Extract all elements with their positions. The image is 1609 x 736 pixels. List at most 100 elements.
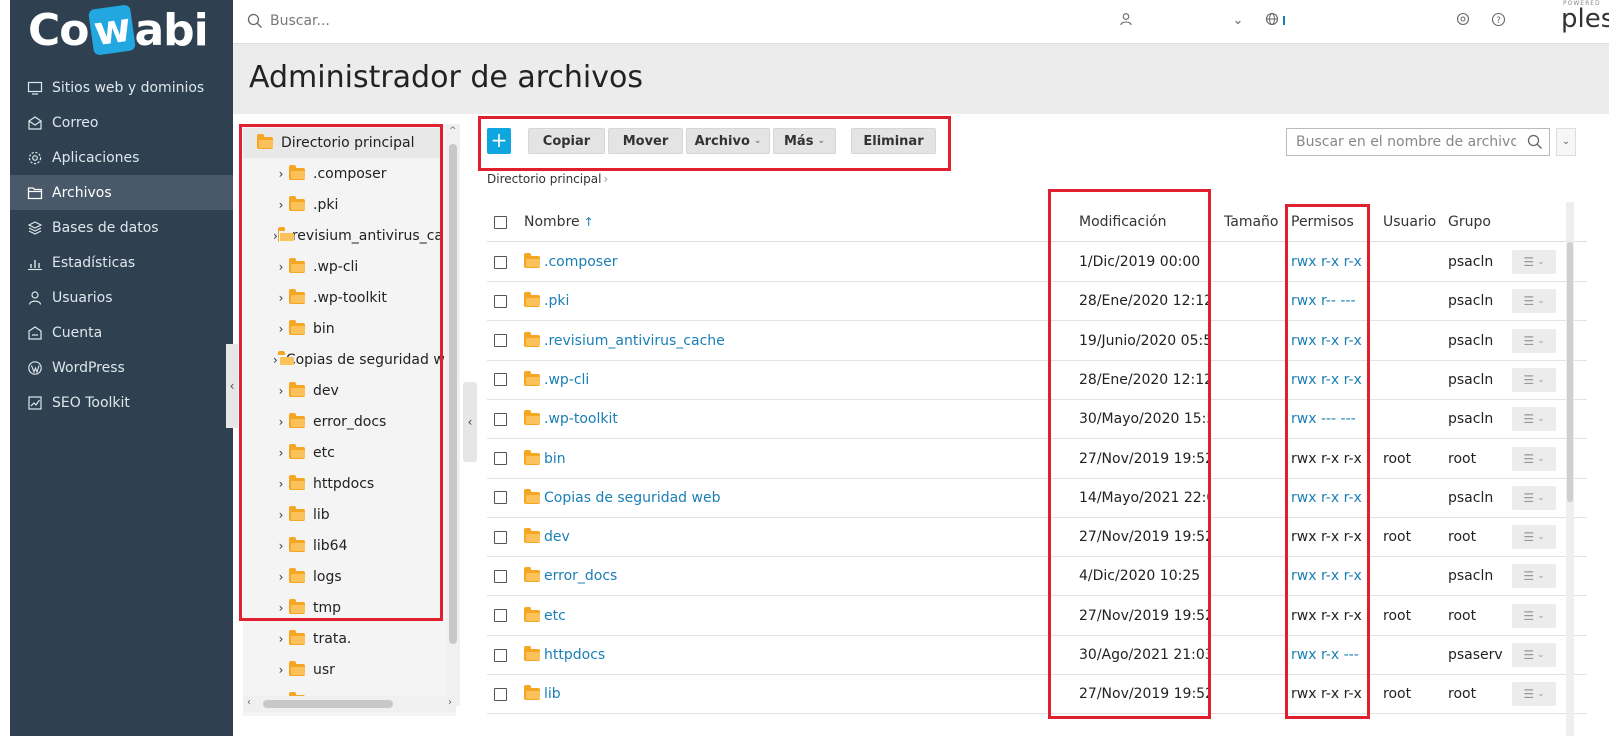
file-name-link[interactable]: httpdocs xyxy=(544,647,605,663)
row-menu-button[interactable]: ☰ ⌄ xyxy=(1512,328,1556,353)
column-user[interactable]: Usuario xyxy=(1383,202,1436,242)
name-cell[interactable]: error_docs xyxy=(524,556,1044,596)
file-name-link[interactable]: .wp-cli xyxy=(544,372,589,388)
tree-item[interactable]: › Copias de seguridad w xyxy=(243,345,445,375)
file-name-link[interactable]: .revisium_antivirus_cache xyxy=(544,333,725,349)
chevron-right-icon[interactable]: › xyxy=(273,353,278,367)
row-menu-button[interactable]: ☰ ⌄ xyxy=(1512,250,1556,274)
table-row[interactable]: Copias de seguridad web 14/Mayo/2021 22:0… xyxy=(487,478,1587,518)
table-row[interactable]: .wp-cli 28/Ene/2020 12:12 rwx r-x r-x psacl… xyxy=(487,360,1587,400)
permissions-value[interactable]: rwx r-x --- xyxy=(1291,647,1359,663)
name-cell[interactable]: lib xyxy=(524,674,1044,714)
row-checkbox[interactable] xyxy=(494,530,507,544)
row-menu-button[interactable]: ☰ ⌄ xyxy=(1512,485,1556,510)
extensions-icon[interactable] xyxy=(1454,12,1472,30)
tree-item[interactable]: › lib xyxy=(243,500,443,530)
tree-horizontal-scroll-thumb[interactable] xyxy=(263,700,393,708)
chevron-right-icon[interactable]: › xyxy=(273,601,289,615)
row-menu-button[interactable]: ☰ ⌄ xyxy=(1512,564,1556,589)
row-checkbox[interactable] xyxy=(494,609,507,623)
file-name-link[interactable]: .pki xyxy=(544,293,569,309)
tree-item[interactable]: › lib64 xyxy=(243,531,443,561)
tree-item[interactable]: › error_docs xyxy=(243,407,443,437)
file-name-link[interactable]: .composer xyxy=(544,254,617,270)
chevron-right-icon[interactable]: › xyxy=(273,198,289,212)
global-search[interactable]: Buscar... xyxy=(247,8,547,34)
sidebar-item-correo[interactable]: Correo xyxy=(10,105,233,140)
table-vertical-scroll-thumb[interactable] xyxy=(1567,242,1573,502)
name-cell[interactable]: httpdocs xyxy=(524,635,1044,675)
row-menu-button[interactable]: ☰ ⌄ xyxy=(1512,525,1556,550)
help-icon[interactable]: ? xyxy=(1489,12,1507,30)
row-checkbox[interactable] xyxy=(494,255,507,269)
table-row[interactable]: etc 27/Nov/2019 19:52 rwx r-x r-x root root ☰… xyxy=(487,596,1587,636)
tree-vertical-scroll-thumb[interactable] xyxy=(449,144,457,644)
row-menu-button[interactable]: ☰ ⌄ xyxy=(1512,446,1556,471)
row-checkbox[interactable] xyxy=(494,412,507,426)
row-menu-button[interactable]: ☰ ⌄ xyxy=(1512,367,1556,392)
tree-horizontal-scrollbar[interactable]: ‹ › xyxy=(243,696,456,712)
permissions-cell[interactable]: rwx --- --- xyxy=(1291,399,1371,439)
file-name-link[interactable]: Copias de seguridad web xyxy=(544,490,720,506)
file-name-link[interactable]: error_docs xyxy=(544,568,617,584)
table-vertical-scrollbar[interactable] xyxy=(1566,202,1574,736)
copy-button[interactable]: Copiar xyxy=(528,128,605,154)
sidebar-item-aplicaciones[interactable]: Aplicaciones xyxy=(10,140,233,175)
name-cell[interactable]: dev xyxy=(524,517,1044,557)
table-row[interactable]: lib 27/Nov/2019 19:52 rwx r-x r-x root root ☰… xyxy=(487,674,1587,715)
tree-item[interactable]: › trata. xyxy=(243,624,443,654)
brand-logo[interactable]: Co w abi xyxy=(28,4,209,56)
move-button[interactable]: Mover xyxy=(608,128,683,154)
name-cell[interactable]: bin xyxy=(524,439,1044,479)
search-options-dropdown[interactable]: ⌄ xyxy=(1556,128,1576,156)
row-checkbox[interactable] xyxy=(494,334,507,348)
file-name-link[interactable]: bin xyxy=(544,451,566,467)
chevron-right-icon[interactable]: › xyxy=(273,260,289,274)
collapse-tree-handle[interactable]: ‹ xyxy=(463,382,477,462)
table-row[interactable]: dev 27/Nov/2019 19:52 rwx r-x r-x root root ☰… xyxy=(487,517,1587,558)
table-row[interactable]: bin 27/Nov/2019 19:52 rwx r-x r-x root root ☰… xyxy=(487,439,1587,479)
permissions-value[interactable]: rwx r-x r-x xyxy=(1291,333,1362,349)
chevron-right-icon[interactable]: › xyxy=(273,663,289,677)
table-row[interactable]: .wp-toolkit 30/Mayo/2020 15:54 rwx --- ---… xyxy=(487,399,1587,440)
row-checkbox[interactable] xyxy=(494,687,507,701)
search-icon[interactable] xyxy=(1527,134,1543,150)
name-cell[interactable]: .pki xyxy=(524,281,1044,321)
chevron-right-icon[interactable]: › xyxy=(273,291,289,305)
tree-item[interactable]: › tmp xyxy=(243,593,443,623)
name-cell[interactable]: etc xyxy=(524,596,1044,636)
row-checkbox[interactable] xyxy=(494,648,507,662)
chevron-down-icon[interactable]: ⌄ xyxy=(1229,12,1247,30)
chevron-right-icon[interactable]: › xyxy=(273,322,289,336)
row-menu-button[interactable]: ☰ ⌄ xyxy=(1512,643,1556,667)
tree-item[interactable]: › dev xyxy=(243,376,443,406)
row-checkbox[interactable] xyxy=(494,373,507,387)
sidebar-item-archivos[interactable]: Archivos xyxy=(10,175,233,210)
tree-item[interactable]: › usr xyxy=(243,655,443,685)
row-checkbox[interactable] xyxy=(494,569,507,583)
sidebar-item-seo-toolkit[interactable]: SEO Toolkit xyxy=(10,385,233,420)
breadcrumb-root[interactable]: Directorio principal xyxy=(487,172,601,186)
sidebar-item-estad-sticas[interactable]: Estadísticas xyxy=(10,245,233,280)
column-group[interactable]: Grupo xyxy=(1448,202,1491,242)
table-row[interactable]: .revisium_antivirus_cache 19/Junio/2020 0… xyxy=(487,321,1587,361)
scroll-left-icon[interactable]: ‹ xyxy=(247,697,251,708)
row-menu-button[interactable]: ☰ ⌄ xyxy=(1512,407,1556,432)
row-menu-button[interactable]: ☰ ⌄ xyxy=(1512,682,1556,707)
add-button[interactable]: + xyxy=(487,128,511,154)
permissions-cell[interactable]: rwx r-x r-x xyxy=(1291,321,1371,361)
table-row[interactable]: .composer 1/Dic/2019 00:00 rwx r-x r-x psac… xyxy=(487,242,1587,282)
user-icon[interactable] xyxy=(1117,12,1135,30)
checkbox[interactable] xyxy=(494,215,507,229)
scroll-up-icon[interactable]: ^ xyxy=(449,126,457,136)
scroll-right-icon[interactable]: › xyxy=(448,697,452,708)
delete-button[interactable]: Eliminar xyxy=(851,128,936,154)
sidebar-item-sitios-web-y-dominios[interactable]: Sitios web y dominios xyxy=(10,70,233,105)
name-cell[interactable]: Copias de seguridad web xyxy=(524,478,1044,518)
chevron-right-icon[interactable]: › xyxy=(273,477,289,491)
sidebar-item-wordpress[interactable]: WordPress xyxy=(10,350,233,385)
table-row[interactable]: error_docs 4/Dic/2020 10:25 rwx r-x r-x psa… xyxy=(487,556,1587,597)
file-name-link[interactable]: etc xyxy=(544,608,566,624)
permissions-cell[interactable]: rwx r-x r-x xyxy=(1291,556,1371,596)
file-search-input[interactable]: Buscar en el nombre de archivo xyxy=(1286,128,1550,156)
